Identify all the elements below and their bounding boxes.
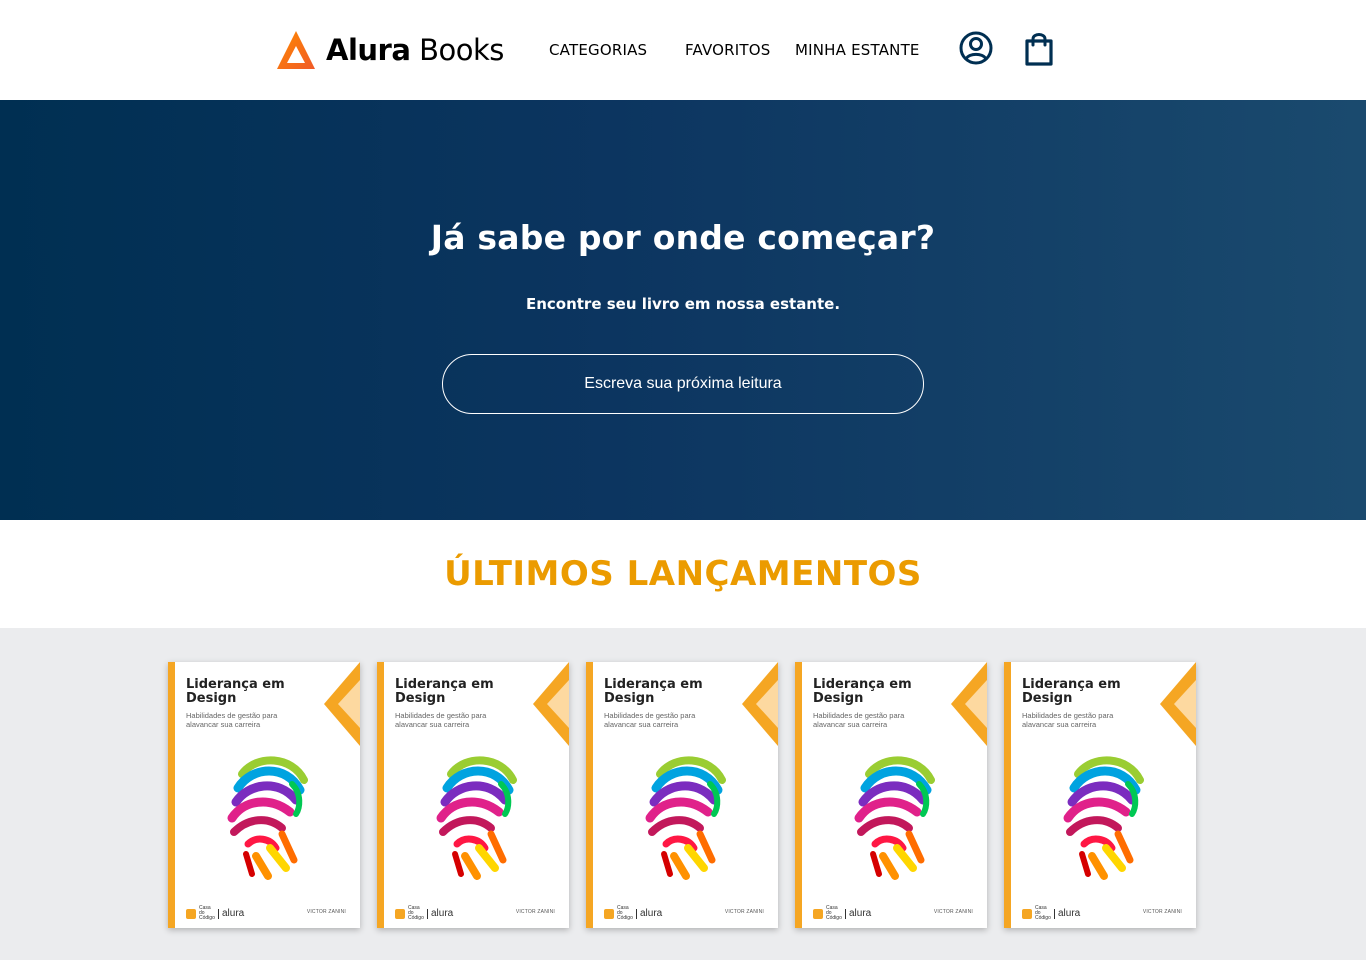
book-author: VICTOR ZANINI: [933, 909, 973, 915]
book-subtitle: Habilidades de gestão para alavancar sua…: [813, 711, 905, 729]
book-footer: Casa do Código alura VICTOR ZANINI: [604, 906, 764, 921]
shopping-bag-icon[interactable]: [1021, 30, 1057, 68]
book-footer: Casa do Código alura VICTOR ZANINI: [186, 906, 346, 921]
section-title-latest: ÚLTIMOS LANÇAMENTOS: [444, 554, 922, 594]
publisher-logo: Casa do Código alura: [395, 906, 453, 921]
hero-subtitle: Encontre seu livro em nossa estante.: [525, 295, 841, 313]
hero-banner: Já sabe por onde começar? Encontre seu l…: [0, 100, 1366, 520]
alura-books-logo[interactable]: Alura Books: [276, 28, 504, 72]
hero-title: Já sabe por onde começar?: [430, 218, 936, 257]
book-card-1[interactable]: Liderança em Design Habilidades de gestã…: [168, 662, 360, 928]
book-title: Liderança em Design: [604, 677, 703, 706]
chevron-decor-icon: [533, 662, 569, 746]
book-footer: Casa do Código alura VICTOR ZANINI: [395, 906, 555, 921]
book-spine: [168, 662, 175, 928]
book-spine: [795, 662, 802, 928]
latest-books-carousel: Liderança em Design Habilidades de gestã…: [0, 628, 1366, 960]
book-subtitle: Habilidades de gestão para alavancar sua…: [186, 711, 278, 729]
publisher-brand: alura: [222, 908, 245, 919]
publisher-brand: alura: [1058, 908, 1081, 919]
nav-favoritos[interactable]: FAVORITOS: [685, 41, 771, 59]
logo-text-bold: Alura: [326, 33, 411, 67]
logo-text: Alura Books: [326, 33, 504, 67]
nav-minha-estante[interactable]: MINHA ESTANTE: [795, 41, 920, 59]
search-input[interactable]: [442, 354, 924, 414]
chevron-decor-icon: [1160, 662, 1196, 746]
publisher-mark-icon: [813, 908, 823, 919]
publisher-name: Casa do Código: [1035, 905, 1051, 921]
book-spine: [1004, 662, 1011, 928]
publisher-separator: [636, 908, 637, 919]
publisher-name: Casa do Código: [826, 905, 842, 921]
chevron-decor-icon: [951, 662, 987, 746]
book-footer: Casa do Código alura VICTOR ZANINI: [813, 906, 973, 921]
book-author: VICTOR ZANINI: [1142, 909, 1182, 915]
publisher-brand: alura: [640, 908, 663, 919]
publisher-logo: Casa do Código alura: [186, 906, 244, 921]
chevron-decor-icon: [324, 662, 360, 746]
colorful-head-illustration-icon: [854, 756, 935, 880]
publisher-logo: Casa do Código alura: [813, 906, 871, 921]
publisher-separator: [845, 908, 846, 919]
book-title: Liderança em Design: [813, 677, 912, 706]
book-author: VICTOR ZANINI: [306, 909, 346, 915]
book-spine: [377, 662, 384, 928]
colorful-head-illustration-icon: [227, 756, 308, 880]
book-card-3[interactable]: Liderança em Design Habilidades de gestã…: [586, 662, 778, 928]
publisher-name: Casa do Código: [617, 905, 633, 921]
site-header: Alura Books CATEGORIAS FAVORITOS MINHA E…: [0, 0, 1366, 100]
alura-logo-icon: [277, 31, 315, 69]
colorful-head-illustration-icon: [1063, 756, 1144, 880]
logo-text-light: Books: [419, 33, 504, 67]
publisher-separator: [218, 908, 219, 919]
publisher-mark-icon: [186, 908, 196, 919]
colorful-head-illustration-icon: [436, 756, 517, 880]
nav-categorias[interactable]: CATEGORIAS: [549, 41, 647, 59]
book-card-5[interactable]: Liderança em Design Habilidades de gestã…: [1004, 662, 1196, 928]
book-spine: [586, 662, 593, 928]
publisher-logo: Casa do Código alura: [604, 906, 662, 921]
book-title: Liderança em Design: [186, 677, 285, 706]
book-title: Liderança em Design: [395, 677, 494, 706]
book-card-2[interactable]: Liderança em Design Habilidades de gestã…: [377, 662, 569, 928]
book-footer: Casa do Código alura VICTOR ZANINI: [1022, 906, 1182, 921]
publisher-separator: [1054, 908, 1055, 919]
publisher-mark-icon: [1022, 908, 1032, 919]
colorful-head-illustration-icon: [645, 756, 726, 880]
chevron-decor-icon: [742, 662, 778, 746]
book-subtitle: Habilidades de gestão para alavancar sua…: [1022, 711, 1114, 729]
publisher-separator: [427, 908, 428, 919]
publisher-name: Casa do Código: [199, 905, 215, 921]
publisher-name: Casa do Código: [408, 905, 424, 921]
publisher-brand: alura: [849, 908, 872, 919]
publisher-logo: Casa do Código alura: [1022, 906, 1080, 921]
book-title: Liderança em Design: [1022, 677, 1121, 706]
publisher-brand: alura: [431, 908, 454, 919]
book-card-4[interactable]: Liderança em Design Habilidades de gestã…: [795, 662, 987, 928]
book-author: VICTOR ZANINI: [724, 909, 764, 915]
book-subtitle: Habilidades de gestão para alavancar sua…: [395, 711, 487, 729]
book-author: VICTOR ZANINI: [515, 909, 555, 915]
publisher-mark-icon: [395, 908, 405, 919]
book-subtitle: Habilidades de gestão para alavancar sua…: [604, 711, 696, 729]
user-icon[interactable]: [958, 30, 994, 68]
publisher-mark-icon: [604, 908, 614, 919]
